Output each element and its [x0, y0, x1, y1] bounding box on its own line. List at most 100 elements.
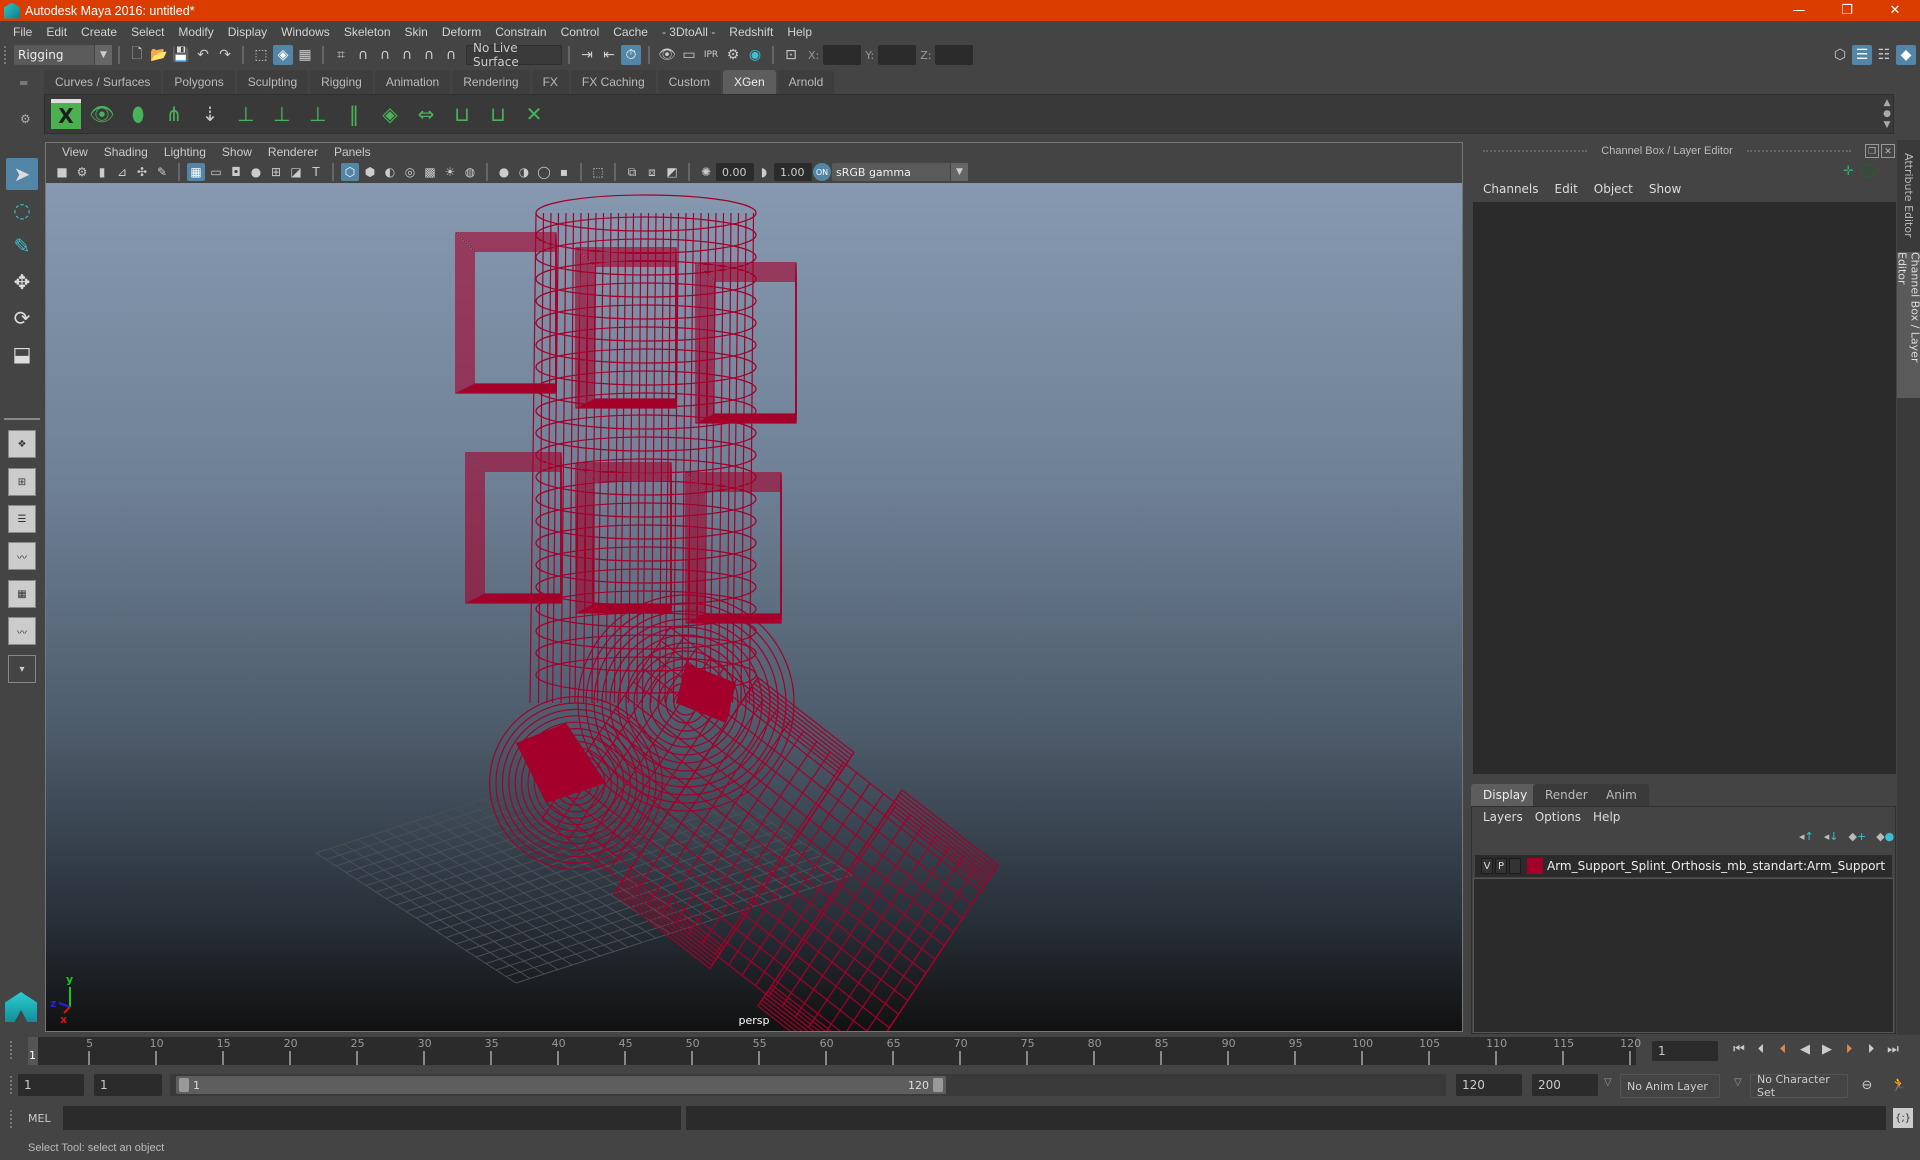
snap-live-icon[interactable]: ∩	[441, 45, 461, 65]
speed-icon[interactable]	[1861, 164, 1875, 178]
xgen-preview-icon[interactable]: 👁	[87, 99, 117, 129]
channel-box-layer-editor-tab[interactable]: Channel Box / Layer Editor	[1896, 252, 1920, 398]
channel-box-menu-edit[interactable]: Edit	[1547, 182, 1586, 196]
resolution-gate-icon[interactable]: ◘	[227, 163, 245, 181]
xgen-region-map-icon[interactable]: ◈	[375, 99, 405, 129]
anim-layer-chevron-icon[interactable]: ▽	[1604, 1077, 1612, 1088]
select-object-icon[interactable]: ◈	[273, 45, 293, 65]
safe-action-icon[interactable]: ◪	[287, 163, 305, 181]
anti-aliasing-icon[interactable]: ◯	[535, 163, 553, 181]
maya-home-logo-icon[interactable]	[5, 992, 37, 1022]
layer-tab-display[interactable]: Display	[1471, 784, 1540, 806]
menu-windows[interactable]: Windows	[274, 25, 337, 39]
timeline-track[interactable]: 1 5 10 15 20 25 30 35 40 45 50 55 60 65 70 75 80 85 90 95 1…	[28, 1037, 1641, 1065]
menu-cache[interactable]: Cache	[606, 25, 655, 39]
xray-joints-icon[interactable]: ⧉	[623, 163, 641, 181]
undo-icon[interactable]: ↶	[193, 45, 213, 65]
range-slider-bar[interactable]: 1 120	[176, 1076, 946, 1094]
input-ops-icon[interactable]: ⇥	[577, 45, 597, 65]
current-frame-field[interactable]: 1	[1652, 1041, 1718, 1061]
command-input[interactable]	[63, 1106, 681, 1130]
minimize-button[interactable]: —	[1776, 0, 1822, 21]
channel-box-toggle-icon[interactable]: ◆	[1896, 45, 1916, 65]
menu-control[interactable]: Control	[554, 25, 607, 39]
step-back-key-icon[interactable]: ⏴	[1773, 1039, 1793, 1059]
layout-four-icon[interactable]: ⊞	[8, 468, 36, 496]
wireframe-on-shaded-icon[interactable]: ◐	[381, 163, 399, 181]
xgen-clear-preview-icon[interactable]: ⬮	[123, 99, 153, 129]
go-to-end-icon[interactable]: ⏭	[1883, 1039, 1903, 1059]
viewport-menu-view[interactable]: View	[54, 145, 96, 159]
render-view-icon[interactable]: 👁	[657, 45, 677, 65]
xgen-delete-guides-icon[interactable]: ✕	[519, 99, 549, 129]
float-panel-icon[interactable]: ❐	[1865, 144, 1879, 158]
shelf-tab-xgen[interactable]: XGen	[722, 70, 776, 94]
menuset-dropdown[interactable]: Rigging ▼	[14, 45, 112, 65]
viewport-menu-renderer[interactable]: Renderer	[260, 145, 326, 159]
redo-icon[interactable]: ↷	[215, 45, 235, 65]
menu-constrain[interactable]: Constrain	[488, 25, 553, 39]
menu-display[interactable]: Display	[221, 25, 274, 39]
render-settings-icon[interactable]: ⚙	[723, 45, 743, 65]
close-button[interactable]: ✕	[1872, 0, 1918, 21]
menu-file[interactable]: File	[6, 25, 39, 39]
move-layer-down-icon[interactable]: ◂↓	[1824, 830, 1839, 843]
bookmark-icon[interactable]: ▮	[93, 163, 111, 181]
command-grip[interactable]	[10, 1110, 16, 1128]
shelf-scroll[interactable]: ▲ ● ▼	[1881, 98, 1893, 131]
layer-visibility-toggle[interactable]: V	[1481, 858, 1493, 874]
new-empty-layer-icon[interactable]: ◆+	[1849, 830, 1867, 843]
toolbar-grip[interactable]	[4, 46, 10, 64]
layer-menu-layers[interactable]: Layers	[1477, 810, 1529, 824]
snap-curve-icon[interactable]: ∩	[353, 45, 373, 65]
image-plane-icon[interactable]: ⊿	[113, 163, 131, 181]
shelf-tab-custom[interactable]: Custom	[657, 70, 721, 94]
playback-start-field[interactable]: 1	[94, 1074, 162, 1096]
title-grip[interactable]	[1746, 150, 1851, 152]
rotate-tool-icon[interactable]: ⟳	[6, 302, 38, 334]
x-coord-field[interactable]	[823, 45, 862, 65]
new-scene-icon[interactable]: 🗋	[127, 45, 147, 65]
xgen-show-guide-icon[interactable]: ⊥	[267, 99, 297, 129]
step-back-frame-icon[interactable]: ⏴	[1751, 1039, 1771, 1059]
motion-blur-icon[interactable]: ◑	[515, 163, 533, 181]
animation-preferences-icon[interactable]: 🏃	[1889, 1075, 1909, 1095]
shelf-tab-animation[interactable]: Animation	[374, 70, 451, 94]
restore-button[interactable]: ❐	[1824, 0, 1870, 21]
color-space-dropdown[interactable]: sRGB gamma ▼	[832, 163, 968, 181]
character-set-dropdown[interactable]: No Character Set	[1750, 1073, 1848, 1099]
layout-single-icon[interactable]: ❖	[8, 430, 36, 458]
play-backwards-icon[interactable]: ◀	[1795, 1039, 1815, 1059]
textured-icon[interactable]: ▩	[421, 163, 439, 181]
step-forward-key-icon[interactable]: ⏵	[1839, 1039, 1859, 1059]
layer-color-swatch[interactable]	[1527, 858, 1543, 874]
menu-select[interactable]: Select	[124, 25, 171, 39]
xgen-lock-icon[interactable]: ⊥	[303, 99, 333, 129]
xgen-add-guides-icon[interactable]: ⋔	[159, 99, 189, 129]
attribute-editor-tab[interactable]: Attribute Editor	[1897, 150, 1920, 240]
tool-settings-icon[interactable]: ☷	[1874, 45, 1894, 65]
select-hierarchy-icon[interactable]: ⬚	[251, 45, 271, 65]
select-tool-icon[interactable]: ➤	[6, 158, 38, 190]
safe-title-icon[interactable]: T	[307, 163, 325, 181]
layout-hypershade-persp-icon[interactable]: ▦	[8, 580, 36, 608]
field-chart-icon[interactable]: ⊞	[267, 163, 285, 181]
menu-help[interactable]: Help	[780, 25, 819, 39]
viewport-menu-shading[interactable]: Shading	[96, 145, 156, 159]
go-to-start-icon[interactable]: ⏮	[1729, 1039, 1749, 1059]
new-layer-selected-icon[interactable]: ◆●	[1876, 830, 1894, 843]
gate-mask-icon[interactable]: ●	[247, 163, 265, 181]
playback-end-field[interactable]: 120	[1456, 1074, 1522, 1096]
transform-mode-icon[interactable]: ⊡	[781, 45, 801, 65]
shelf-tab-fx[interactable]: FX	[531, 70, 569, 94]
camera-select-icon[interactable]: ■	[53, 163, 71, 181]
arm-splint-wireframe[interactable]	[455, 194, 999, 1031]
snap-view-plane-icon[interactable]: ∩	[397, 45, 417, 65]
exposure-icon[interactable]: ✺	[697, 163, 715, 181]
backface-culling-icon[interactable]: ◩	[663, 163, 681, 181]
shelf-tab-sculpting[interactable]: Sculpting	[236, 70, 309, 94]
film-gate-icon[interactable]: ▭	[207, 163, 225, 181]
grid-toggle-icon[interactable]: ▦	[187, 163, 205, 181]
ipr-render-icon[interactable]: IPR	[701, 45, 721, 65]
lasso-tool-icon[interactable]: ◌	[6, 194, 38, 226]
